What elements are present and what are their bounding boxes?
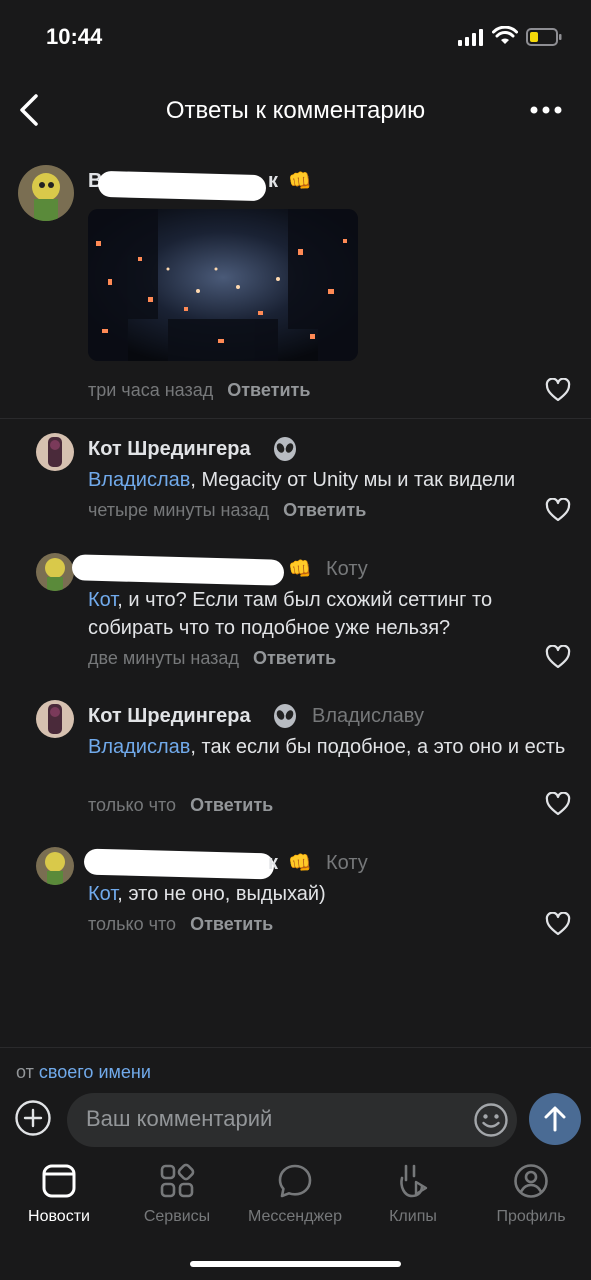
reply-meta: четыре минуты назад Ответить <box>88 500 366 521</box>
fist-emoji: 👊 <box>288 171 312 192</box>
avatar[interactable] <box>36 700 74 738</box>
attached-photo[interactable] <box>88 209 358 361</box>
composer-divider <box>0 1047 591 1048</box>
reply-author-end: к <box>268 852 279 874</box>
tab-profile[interactable]: Профиль <box>472 1162 590 1226</box>
attach-plus-icon[interactable] <box>14 1099 52 1137</box>
status-time: 10:44 <box>46 24 103 49</box>
post-as-prefix: от <box>16 1062 34 1082</box>
reply-button[interactable]: Ответить <box>283 500 366 520</box>
avatar-image <box>18 165 74 221</box>
news-icon <box>42 1164 76 1198</box>
reply-text: Владислав, так если бы подобное, а это о… <box>88 736 566 758</box>
avatar[interactable] <box>36 553 74 591</box>
mention-link[interactable]: Владислав <box>88 469 190 491</box>
avatar[interactable] <box>36 433 74 471</box>
post-as-selector[interactable]: от своего имени <box>16 1062 151 1083</box>
tab-label: Сервисы <box>143 1208 211 1225</box>
reply-meta: только что Ответить <box>88 914 273 935</box>
fist-emoji: 👊 <box>288 853 312 874</box>
reply-meta: две минуты назад Ответить <box>88 648 336 669</box>
emoji-smile-icon[interactable] <box>473 1102 509 1138</box>
home-indicator <box>190 1261 401 1267</box>
redacted-author-name <box>83 848 275 880</box>
tab-clips[interactable]: Клипы <box>354 1162 472 1226</box>
mention-link[interactable]: Кот <box>88 883 117 905</box>
send-button[interactable] <box>529 1093 581 1145</box>
clips-icon <box>400 1164 428 1198</box>
comment-author-end: к <box>268 170 279 192</box>
reply-button[interactable]: Ответить <box>253 648 336 668</box>
reply-button[interactable]: Ответить <box>190 914 273 934</box>
reply-author[interactable]: Кот Шредингера <box>88 438 251 461</box>
redacted-author-name <box>97 170 267 202</box>
avatar-image <box>36 433 74 471</box>
reply-text: Кот, это не оно, выдыхай) <box>88 883 326 905</box>
avatar-image <box>36 553 74 591</box>
page-title: Ответы к комментарию <box>165 97 426 124</box>
alien-icon <box>274 704 296 728</box>
comment-time: три часа назад <box>88 380 214 400</box>
alien-icon <box>274 437 296 461</box>
tab-messenger[interactable]: Мессенджер <box>236 1162 354 1226</box>
battery-icon <box>526 28 562 46</box>
megacity-image <box>88 209 358 361</box>
reply-text: Кот, и что? Если там был схожий сеттинг … <box>88 589 493 639</box>
reply-button[interactable]: Ответить <box>227 380 310 400</box>
reply-addressee: Владиславу <box>312 705 424 727</box>
divider <box>0 418 591 419</box>
like-heart-icon[interactable] <box>545 912 571 936</box>
reply-addressee: Коту <box>326 852 368 874</box>
reply-meta: только что Ответить <box>88 795 273 816</box>
more-options-icon[interactable] <box>528 100 564 120</box>
like-heart-icon[interactable] <box>545 792 571 816</box>
services-icon <box>160 1163 195 1198</box>
mention-link[interactable]: Кот <box>88 589 117 611</box>
fist-emoji: 👊 <box>288 559 312 580</box>
reply-button[interactable]: Ответить <box>190 795 273 815</box>
profile-icon <box>514 1164 548 1198</box>
like-heart-icon[interactable] <box>545 498 571 522</box>
tab-label: Клипы <box>389 1208 437 1225</box>
reply-time: две минуты назад <box>88 648 239 668</box>
comment-meta: три часа назад Ответить <box>88 380 310 401</box>
avatar[interactable] <box>18 165 74 221</box>
avatar[interactable] <box>36 847 74 885</box>
tab-services[interactable]: Сервисы <box>118 1162 236 1226</box>
comment-input-placeholder: Ваш комментарий <box>86 1106 273 1131</box>
cellular-signal-icon <box>458 29 483 46</box>
reply-time: только что <box>88 795 177 815</box>
reply-text: Владислав, Megacity от Unity мы и так ви… <box>88 469 516 491</box>
avatar-image <box>36 847 74 885</box>
send-arrow-icon <box>544 1106 566 1132</box>
like-heart-icon[interactable] <box>545 645 571 669</box>
reply-time: четыре минуты назад <box>88 500 270 520</box>
redacted-author-name <box>71 554 285 586</box>
reply-author[interactable]: Кот Шредингера <box>88 705 251 728</box>
tab-label: Профиль <box>496 1208 566 1225</box>
reply-time: только что <box>88 914 177 934</box>
wifi-icon <box>492 26 518 44</box>
tab-label: Мессенджер <box>248 1208 342 1225</box>
avatar-image <box>36 700 74 738</box>
post-as-link[interactable]: своего имени <box>39 1062 151 1082</box>
tab-news[interactable]: Новости <box>0 1162 118 1226</box>
mention-link[interactable]: Владислав <box>88 736 190 758</box>
reply-addressee: Коту <box>326 558 368 580</box>
messenger-icon <box>278 1164 312 1198</box>
like-heart-icon[interactable] <box>545 378 571 402</box>
tab-label: Новости <box>28 1208 90 1225</box>
